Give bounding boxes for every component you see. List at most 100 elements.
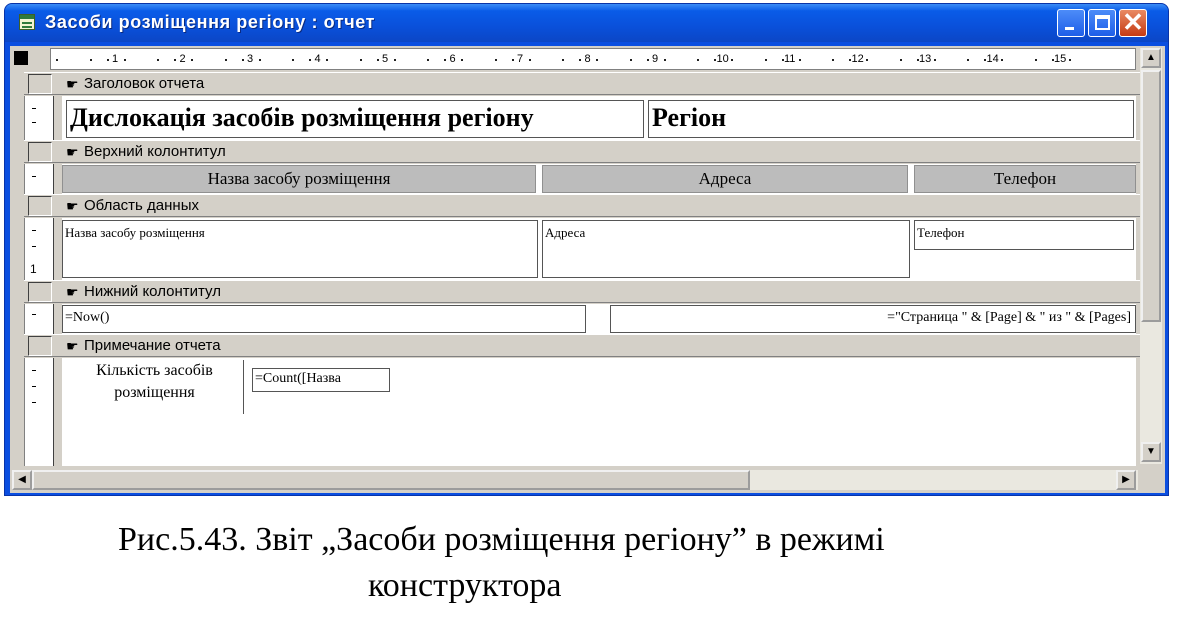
minimize-button[interactable] xyxy=(1057,9,1085,37)
section-label: Примечание отчета xyxy=(84,337,221,354)
ruler-tick xyxy=(56,59,59,61)
ruler-number: 4 xyxy=(314,53,321,65)
report-title-label[interactable]: Дислокація засобів розміщення регіону xyxy=(66,100,644,138)
ruler-tick xyxy=(562,59,565,61)
ruler-tick xyxy=(258,59,261,61)
scroll-down-button[interactable]: ▼ xyxy=(1141,442,1161,462)
vertical-ruler-report-header xyxy=(24,96,54,140)
close-button[interactable]: ✕ xyxy=(1119,7,1147,37)
section-selector[interactable] xyxy=(28,336,52,356)
section-bar-page-footer[interactable]: ☛ Нижний колонтитул xyxy=(24,280,1142,303)
pointing-hand-icon: ☛ xyxy=(66,76,79,92)
ruler-number: 5 xyxy=(382,53,389,65)
field-phone-textbox[interactable]: Телефон xyxy=(914,220,1134,250)
scroll-left-button[interactable]: ◀ xyxy=(12,470,32,490)
report-header-section[interactable]: Дислокація засобів розміщення регіону Ре… xyxy=(62,96,1136,140)
section-bar-detail[interactable]: ☛ Область данных xyxy=(24,194,1142,217)
maximize-button[interactable] xyxy=(1088,9,1116,37)
ruler-tick xyxy=(309,59,312,61)
maximize-icon xyxy=(1095,15,1110,30)
ruler-tick xyxy=(1001,59,1004,61)
ruler-tick xyxy=(967,59,970,61)
region-label[interactable]: Регіон xyxy=(648,100,1134,138)
ruler-mark: 1 xyxy=(30,262,37,276)
report-window: Засоби розміщення регіону : отчет ✕ 1234… xyxy=(4,3,1169,496)
now-expression-textbox[interactable]: =Now() xyxy=(62,305,586,333)
ruler-tick xyxy=(1034,59,1037,61)
count-caption-label[interactable]: Кількість засобів розміщення xyxy=(66,360,244,414)
ruler-tick xyxy=(511,59,514,61)
ruler-tick xyxy=(191,59,194,61)
report-icon[interactable] xyxy=(19,14,35,30)
vertical-scroll-thumb[interactable] xyxy=(1141,70,1161,322)
ruler-number: 10 xyxy=(716,53,729,65)
pointing-hand-icon: ☛ xyxy=(66,144,79,160)
close-icon: ✕ xyxy=(1122,7,1144,37)
ruler-tick xyxy=(579,59,582,61)
section-label: Верхний колонтитул xyxy=(84,143,226,160)
ruler-number: 7 xyxy=(517,53,524,65)
ruler-tick xyxy=(393,59,396,61)
field-name-textbox[interactable]: Назва засобу розміщення xyxy=(62,220,538,278)
vertical-ruler-detail: 1 xyxy=(24,218,54,280)
ruler-tick xyxy=(899,59,902,61)
section-bar-report-header[interactable]: ☛ Заголовок отчета xyxy=(24,72,1142,95)
pointing-hand-icon: ☛ xyxy=(66,198,79,214)
section-label: Нижний колонтитул xyxy=(84,283,221,300)
vertical-ruler-page-header xyxy=(24,164,54,194)
ruler-tick xyxy=(731,59,734,61)
section-bar-report-footer[interactable]: ☛ Примечание отчета xyxy=(24,334,1142,357)
page-number-expression-textbox[interactable]: ="Страница " & [Page] & " из " & [Pages] xyxy=(610,305,1136,333)
ruler-number: 1 xyxy=(112,53,119,65)
ruler-tick xyxy=(326,59,329,61)
ruler-tick xyxy=(292,59,295,61)
vertical-scrollbar[interactable]: ▲ ▼ xyxy=(1140,48,1162,464)
section-selector[interactable] xyxy=(28,196,52,216)
ruler-tick xyxy=(663,59,666,61)
report-footer-section[interactable]: Кількість засобів розміщення =Count([Наз… xyxy=(62,358,1136,466)
ruler-number: 12 xyxy=(851,53,864,65)
section-selector[interactable] xyxy=(28,74,52,94)
section-selector[interactable] xyxy=(28,282,52,302)
ruler-tick xyxy=(1068,59,1071,61)
ruler-tick xyxy=(444,59,447,61)
ruler-tick xyxy=(866,59,869,61)
column-header-phone[interactable]: Телефон xyxy=(914,165,1136,193)
ruler-tick xyxy=(174,59,177,61)
ruler-tick xyxy=(596,59,599,61)
horizontal-ruler[interactable]: 1 2 3 4 5 6 7 8 9 10 11 12 13 14 15 xyxy=(50,48,1136,70)
ruler-tick xyxy=(933,59,936,61)
window-title: Засоби розміщення регіону : отчет xyxy=(45,12,376,32)
figure-caption-line1: Рис.5.43. Звіт „Засоби розміщення регіон… xyxy=(118,521,885,558)
count-caption-line2: розміщення xyxy=(114,384,195,401)
title-bar[interactable]: Засоби розміщення регіону : отчет ✕ xyxy=(5,4,1168,42)
column-header-name[interactable]: Назва засобу розміщення xyxy=(62,165,536,193)
horizontal-scrollbar[interactable]: ◀ ▶ xyxy=(12,470,1138,490)
ruler-tick xyxy=(494,59,497,61)
ruler-number: 6 xyxy=(449,53,456,65)
pointing-hand-icon: ☛ xyxy=(66,338,79,354)
detail-section[interactable]: Назва засобу розміщення Адреса Телефон xyxy=(62,218,1136,280)
design-surface: 1 2 3 4 5 6 7 8 9 10 11 12 13 14 15 ☛ Заголовок отчета… xyxy=(10,46,1165,493)
field-address-textbox[interactable]: Адреса xyxy=(542,220,910,278)
section-bar-page-header[interactable]: ☛ Верхний колонтитул xyxy=(24,140,1142,163)
page-footer-section[interactable]: =Now() ="Страница " & [Page] & " из " & … xyxy=(62,304,1136,334)
section-selector[interactable] xyxy=(28,142,52,162)
report-selector[interactable] xyxy=(14,51,28,65)
ruler-tick xyxy=(697,59,700,61)
scroll-up-button[interactable]: ▲ xyxy=(1141,48,1161,68)
ruler-number: 9 xyxy=(652,53,659,65)
ruler-number: 2 xyxy=(179,53,186,65)
column-header-address[interactable]: Адреса xyxy=(542,165,908,193)
ruler-tick xyxy=(832,59,835,61)
ruler-tick xyxy=(106,59,109,61)
ruler-tick xyxy=(427,59,430,61)
ruler-number: 11 xyxy=(784,53,796,65)
page-header-section[interactable]: Назва засобу розміщення Адреса Телефон xyxy=(62,164,1136,194)
scroll-right-button[interactable]: ▶ xyxy=(1116,470,1136,490)
ruler-tick xyxy=(359,59,362,61)
ruler-tick xyxy=(241,59,244,61)
horizontal-scroll-thumb[interactable] xyxy=(32,470,750,490)
figure-caption-line2: конструктора xyxy=(368,567,562,604)
count-expression-textbox[interactable]: =Count([Назва xyxy=(252,368,390,392)
